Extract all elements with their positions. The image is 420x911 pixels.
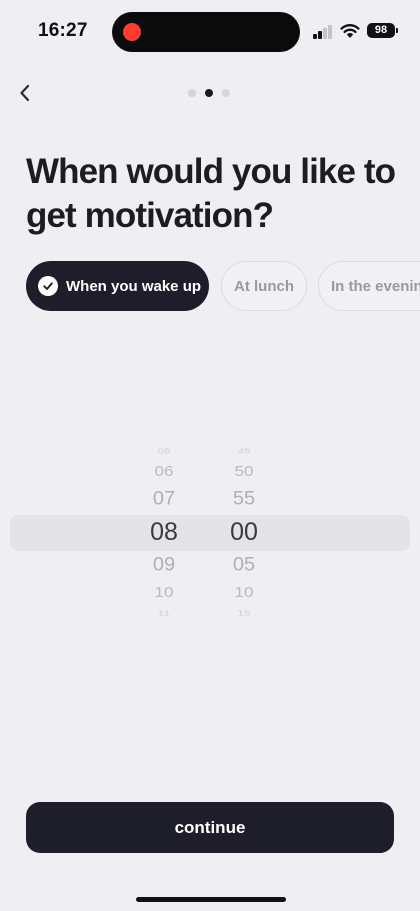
hour-option-selected[interactable]: 08	[134, 518, 194, 547]
home-indicator	[136, 897, 286, 902]
chip-in-the-evening[interactable]: In the evening	[318, 261, 420, 311]
page-dot	[222, 89, 230, 97]
minute-option[interactable]: 55	[214, 488, 274, 511]
time-of-day-chips: When you wake up At lunch In the evening	[26, 261, 420, 313]
hour-option[interactable]: 06	[134, 463, 194, 481]
status-bar: 16:27 98	[0, 0, 420, 64]
minute-option[interactable]: 45	[214, 446, 274, 456]
minute-option-selected[interactable]: 00	[214, 518, 274, 547]
picker-selection-band	[10, 515, 410, 551]
chip-when-you-wake-up[interactable]: When you wake up	[26, 261, 209, 311]
minute-option[interactable]: 10	[214, 584, 274, 602]
minute-option[interactable]: 15	[214, 608, 274, 618]
back-button[interactable]	[12, 80, 38, 106]
continue-button[interactable]: continue	[26, 802, 394, 853]
chip-label: When you wake up	[66, 277, 202, 295]
chevron-left-icon	[20, 84, 30, 102]
battery-icon: 98	[367, 23, 398, 38]
check-circle-icon	[38, 276, 58, 296]
hour-option[interactable]: 10	[134, 584, 194, 602]
record-dot-icon	[123, 23, 141, 41]
chip-label: In the evening	[331, 277, 420, 295]
hour-option[interactable]: 09	[134, 554, 194, 577]
page-title: When would you like to get motivation?	[26, 152, 396, 235]
chip-label: At lunch	[234, 277, 294, 295]
time-picker[interactable]: 05 06 07 08 09 10 11 45 50 55 00 05 10 1…	[0, 435, 420, 635]
hour-option[interactable]: 07	[134, 488, 194, 511]
page-dot-active	[205, 89, 213, 97]
status-time: 16:27	[38, 20, 88, 41]
dynamic-island	[112, 12, 300, 52]
hour-option[interactable]: 05	[134, 446, 194, 456]
page-indicator	[188, 89, 230, 97]
page-dot	[188, 89, 196, 97]
minute-option[interactable]: 50	[214, 463, 274, 481]
hour-option[interactable]: 11	[134, 608, 194, 618]
wifi-icon	[340, 24, 360, 38]
signal-icon	[313, 25, 333, 39]
chip-at-lunch[interactable]: At lunch	[221, 261, 307, 311]
minute-option[interactable]: 05	[214, 554, 274, 577]
